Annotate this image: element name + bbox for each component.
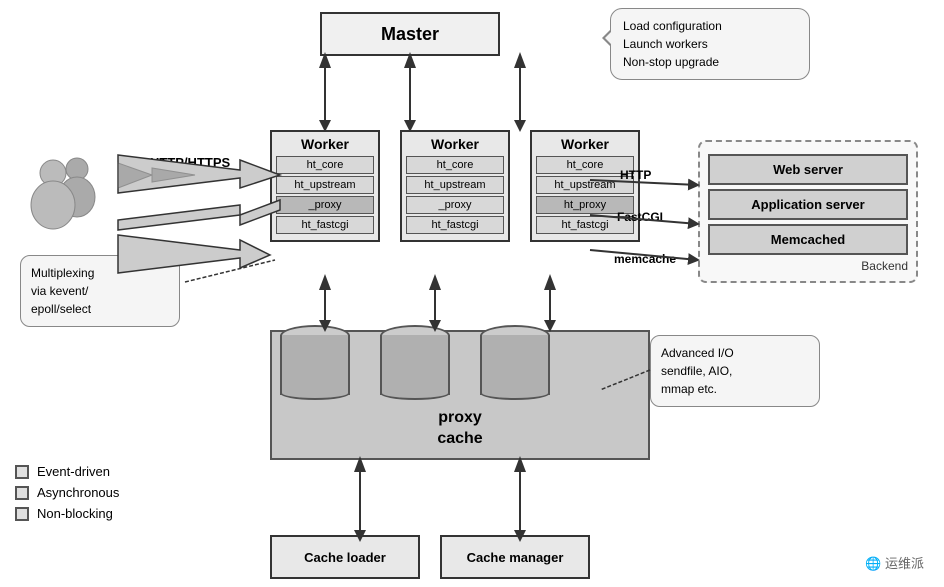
http-protocol-label: HTTP (620, 168, 651, 182)
fastcgi-protocol-label: FastCGI (617, 210, 663, 224)
callout-advanced-io: Advanced I/Osendfile, AIO,mmap etc. (650, 335, 820, 407)
cylinder-2 (380, 320, 450, 400)
worker-1-module-4: ht_fastcgi (276, 216, 374, 234)
backend-memcached: Memcached (708, 224, 908, 255)
cache-manager-box: Cache manager (440, 535, 590, 579)
legend-asynchronous: Asynchronous (15, 485, 119, 500)
legend-box-1 (15, 465, 29, 479)
cylinder-2-bottom (380, 386, 450, 400)
backend-panel: Web server Application server Memcached … (698, 140, 918, 283)
master-bubble-text: Load configurationLaunch workersNon-stop… (623, 19, 722, 69)
cache-loader-box: Cache loader (270, 535, 420, 579)
worker-2-module-2: ht_upstream (406, 176, 504, 194)
backend-label: Backend (708, 259, 908, 273)
master-label: Master (381, 24, 439, 45)
cylinder-1-bottom (280, 386, 350, 400)
worker-1-module-2: ht_upstream (276, 176, 374, 194)
worker-2-module-4: ht_fastcgi (406, 216, 504, 234)
worker-box-1: Worker ht_core ht_upstream _proxy ht_fas… (270, 130, 380, 242)
callout-advanced-io-text: Advanced I/Osendfile, AIO,mmap etc. (661, 346, 734, 396)
worker-group: Worker ht_core ht_upstream _proxy ht_fas… (270, 130, 640, 242)
watermark-text: 运维派 (885, 556, 924, 571)
backend-web-server: Web server (708, 154, 908, 185)
watermark: 🌐 运维派 (865, 553, 924, 572)
legend-non-blocking: Non-blocking (15, 506, 119, 521)
proxy-cache-label: proxycache (437, 408, 482, 450)
cylinder-3-bottom (480, 386, 550, 400)
legend-label-1: Event-driven (37, 464, 110, 479)
worker-2-module-3: _proxy (406, 196, 504, 214)
master-bubble: Load configurationLaunch workersNon-stop… (610, 8, 810, 80)
legend: Event-driven Asynchronous Non-blocking (15, 464, 119, 527)
http-https-label: HTTP/HTTPS (150, 155, 230, 170)
legend-label-2: Asynchronous (37, 485, 119, 500)
people-icon (15, 155, 115, 238)
memcache-protocol-label: memcache (614, 252, 676, 266)
backend-app-server: Application server (708, 189, 908, 220)
legend-label-3: Non-blocking (37, 506, 113, 521)
cylinder-3 (480, 320, 550, 400)
worker-box-3: Worker ht_core ht_upstream ht_proxy ht_f… (530, 130, 640, 242)
worker-2-title: Worker (406, 136, 504, 152)
worker-1-module-3: _proxy (276, 196, 374, 214)
legend-box-3 (15, 507, 29, 521)
worker-2-module-1: ht_core (406, 156, 504, 174)
worker-3-title: Worker (536, 136, 634, 152)
cache-bottom-group: Cache loader Cache manager (270, 535, 590, 579)
master-box: Master (320, 12, 500, 56)
people-svg (15, 155, 115, 235)
legend-event-driven: Event-driven (15, 464, 119, 479)
worker-1-module-1: ht_core (276, 156, 374, 174)
cache-loader-label: Cache loader (304, 550, 386, 565)
cylinder-1 (280, 320, 350, 400)
legend-box-2 (15, 486, 29, 500)
callout-multiplexing: Multiplexingvia kevent/epoll/select (20, 255, 180, 327)
callout-multiplexing-text: Multiplexingvia kevent/epoll/select (31, 266, 94, 316)
cache-manager-label: Cache manager (467, 550, 564, 565)
db-container (280, 320, 550, 400)
diagram-container: Master Load configurationLaunch workersN… (0, 0, 944, 587)
worker-1-title: Worker (276, 136, 374, 152)
worker-box-2: Worker ht_core ht_upstream _proxy ht_fas… (400, 130, 510, 242)
